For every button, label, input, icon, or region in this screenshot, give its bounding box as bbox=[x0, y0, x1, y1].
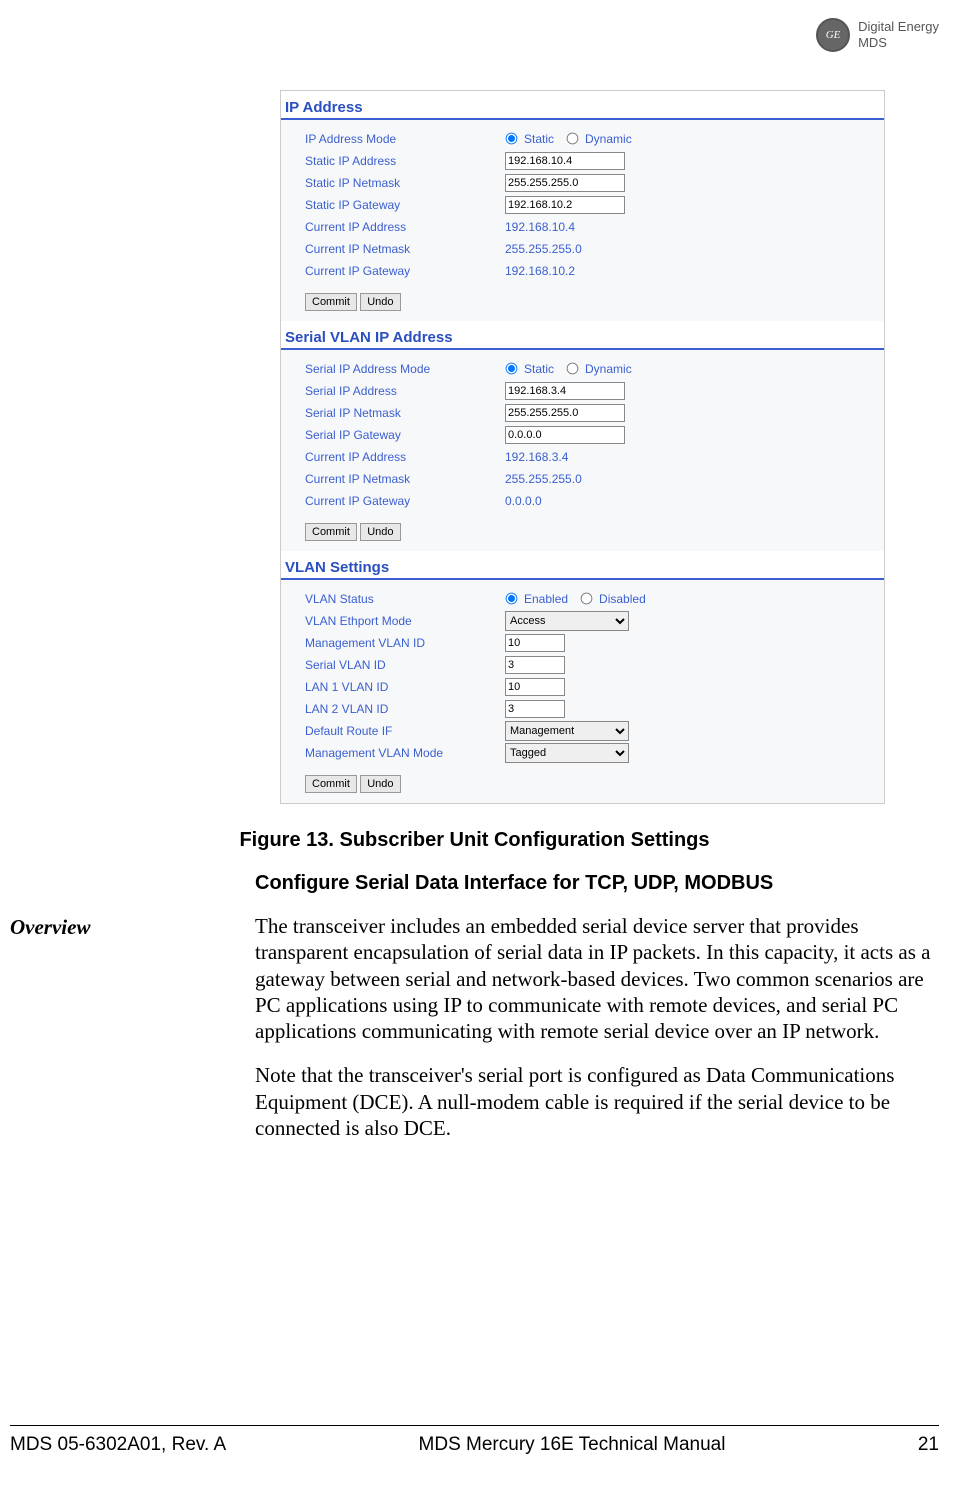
input-serial-netmask[interactable] bbox=[505, 404, 625, 422]
value-serial-cur-ip: 192.168.3.4 bbox=[505, 450, 568, 464]
value-serial-cur-gateway: 0.0.0.0 bbox=[505, 494, 542, 508]
input-static-netmask[interactable] bbox=[505, 174, 625, 192]
input-serial-vlan-id[interactable] bbox=[505, 656, 565, 674]
select-default-route[interactable]: Management bbox=[505, 721, 629, 741]
undo-button-ip[interactable]: Undo bbox=[360, 293, 400, 311]
figure-caption: Figure 13. Subscriber Unit Configuration… bbox=[10, 829, 939, 852]
select-mgmt-vlan-mode[interactable]: Tagged bbox=[505, 743, 629, 763]
label-lan2-vlan-id: LAN 2 VLAN ID bbox=[305, 702, 505, 716]
config-panel: IP Address IP Address Mode Static Dynami… bbox=[280, 90, 885, 804]
value-cur-netmask: 255.255.255.0 bbox=[505, 242, 582, 256]
label-mgmt-vlan-id: Management VLAN ID bbox=[305, 636, 505, 650]
label-serial-cur-gateway: Current IP Gateway bbox=[305, 494, 505, 508]
footer-right: 21 bbox=[918, 1434, 939, 1456]
brand-line2: MDS bbox=[858, 35, 939, 51]
label-ip-mode: IP Address Mode bbox=[305, 132, 505, 146]
footer-left: MDS 05-6302A01, Rev. A bbox=[10, 1434, 226, 1456]
radio-label-serial-static: Static bbox=[524, 362, 554, 376]
value-cur-ip: 192.168.10.4 bbox=[505, 220, 575, 234]
brand-block: GE Digital Energy MDS bbox=[816, 18, 939, 52]
commit-button-vlan[interactable]: Commit bbox=[305, 775, 357, 793]
commit-button-ip[interactable]: Commit bbox=[305, 293, 357, 311]
input-lan1-vlan-id[interactable] bbox=[505, 678, 565, 696]
undo-button-serial[interactable]: Undo bbox=[360, 523, 400, 541]
para1: The transceiver includes an embedded ser… bbox=[255, 913, 939, 1044]
page-footer: MDS 05-6302A01, Rev. A MDS Mercury 16E T… bbox=[10, 1425, 939, 1456]
radio-vlan-disabled[interactable] bbox=[581, 593, 593, 605]
brand-line1: Digital Energy bbox=[858, 19, 939, 35]
label-serial-cur-ip: Current IP Address bbox=[305, 450, 505, 464]
radio-label-static: Static bbox=[524, 132, 554, 146]
row-serial-mode: Serial IP Address Mode Static Dynamic bbox=[305, 358, 878, 379]
label-static-netmask: Static IP Netmask bbox=[305, 176, 505, 190]
label-serial-netmask: Serial IP Netmask bbox=[305, 406, 505, 420]
commit-button-serial[interactable]: Commit bbox=[305, 523, 357, 541]
radio-ip-dynamic[interactable] bbox=[567, 133, 579, 145]
section-body-ip: IP Address Mode Static Dynamic Static IP… bbox=[281, 120, 884, 321]
radio-label-serial-dynamic: Dynamic bbox=[585, 362, 632, 376]
input-static-gateway[interactable] bbox=[505, 196, 625, 214]
label-serial-vlan-id: Serial VLAN ID bbox=[305, 658, 505, 672]
input-mgmt-vlan-id[interactable] bbox=[505, 634, 565, 652]
ge-logo-icon: GE bbox=[816, 18, 850, 52]
label-cur-ip: Current IP Address bbox=[305, 220, 505, 234]
label-cur-gateway: Current IP Gateway bbox=[305, 264, 505, 278]
label-cur-netmask: Current IP Netmask bbox=[305, 242, 505, 256]
section-header-serial: Serial VLAN IP Address bbox=[281, 321, 884, 350]
radio-vlan-enabled[interactable] bbox=[506, 593, 518, 605]
radio-label-disabled: Disabled bbox=[599, 592, 646, 606]
row-ip-mode: IP Address Mode Static Dynamic bbox=[305, 128, 878, 149]
input-serial-ip[interactable] bbox=[505, 382, 625, 400]
input-lan2-vlan-id[interactable] bbox=[505, 700, 565, 718]
value-serial-cur-netmask: 255.255.255.0 bbox=[505, 472, 582, 486]
row-vlan-status: VLAN Status Enabled Disabled bbox=[305, 588, 878, 609]
brand-text: Digital Energy MDS bbox=[858, 19, 939, 50]
label-serial-ip: Serial IP Address bbox=[305, 384, 505, 398]
label-serial-gateway: Serial IP Gateway bbox=[305, 428, 505, 442]
radio-ip-static[interactable] bbox=[506, 133, 518, 145]
para2: Note that the transceiver's serial port … bbox=[255, 1062, 939, 1141]
label-ethport-mode: VLAN Ethport Mode bbox=[305, 614, 505, 628]
section-body-vlan: VLAN Status Enabled Disabled VLAN Ethpor… bbox=[281, 580, 884, 803]
label-default-route: Default Route IF bbox=[305, 724, 505, 738]
radio-serial-static[interactable] bbox=[506, 363, 518, 375]
radio-label-enabled: Enabled bbox=[524, 592, 568, 606]
label-mgmt-vlan-mode: Management VLAN Mode bbox=[305, 746, 505, 760]
label-static-gateway: Static IP Gateway bbox=[305, 198, 505, 212]
label-serial-mode: Serial IP Address Mode bbox=[305, 362, 505, 376]
undo-button-vlan[interactable]: Undo bbox=[360, 775, 400, 793]
overview-label: Overview bbox=[10, 913, 255, 1044]
body-heading: Configure Serial Data Interface for TCP,… bbox=[255, 872, 939, 895]
footer-center: MDS Mercury 16E Technical Manual bbox=[419, 1434, 726, 1456]
section-body-serial: Serial IP Address Mode Static Dynamic Se… bbox=[281, 350, 884, 551]
value-cur-gateway: 192.168.10.2 bbox=[505, 264, 575, 278]
section-header-ip: IP Address bbox=[281, 91, 884, 120]
radio-serial-dynamic[interactable] bbox=[567, 363, 579, 375]
input-static-ip[interactable] bbox=[505, 152, 625, 170]
label-serial-cur-netmask: Current IP Netmask bbox=[305, 472, 505, 486]
radio-label-dynamic: Dynamic bbox=[585, 132, 632, 146]
select-ethport-mode[interactable]: Access bbox=[505, 611, 629, 631]
input-serial-gateway[interactable] bbox=[505, 426, 625, 444]
section-header-vlan: VLAN Settings bbox=[281, 551, 884, 580]
label-vlan-status: VLAN Status bbox=[305, 592, 505, 606]
label-lan1-vlan-id: LAN 1 VLAN ID bbox=[305, 680, 505, 694]
label-static-ip: Static IP Address bbox=[305, 154, 505, 168]
